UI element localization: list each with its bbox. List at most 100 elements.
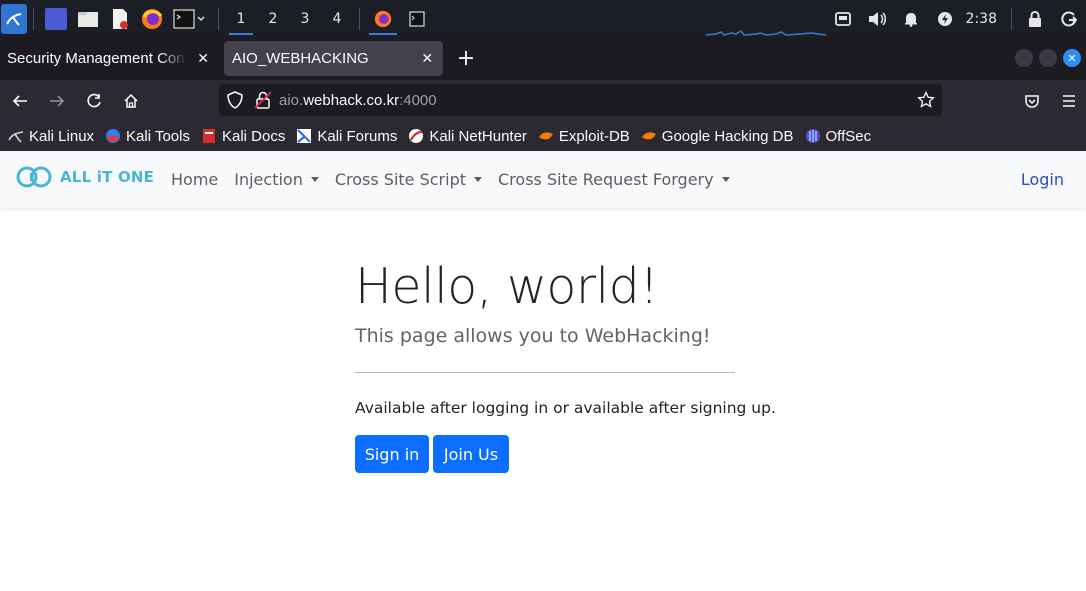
divider — [355, 372, 735, 373]
nav-csrf-label: Cross Site Request Forgery — [498, 170, 714, 189]
bookmark-label: Exploit-DB — [558, 127, 630, 145]
tab-aio-webhacking[interactable]: AIO_WEBHACKING ✕ — [224, 41, 443, 76]
reload-button[interactable] — [77, 85, 111, 117]
cpu-graph-icon — [706, 30, 826, 36]
power-manager-icon[interactable] — [934, 8, 956, 30]
bookmark-label: Google Hacking DB — [661, 127, 794, 145]
bookmark-label: Kali Tools — [126, 127, 190, 145]
tab-label: Security Management Console — [7, 50, 187, 67]
hero-lead: This page allows you to WebHacking! — [355, 325, 711, 347]
hero-title: Hello, world! — [355, 258, 659, 315]
taskbar-separator — [33, 7, 34, 30]
firefox-window-button[interactable] — [366, 0, 400, 37]
caret-down-icon — [310, 177, 319, 182]
home-button[interactable] — [114, 85, 148, 117]
close-window-button[interactable]: ✕ — [1063, 49, 1081, 67]
exploit-db-icon — [538, 128, 554, 144]
system-taskbar: 1 2 3 4 2:38 — [0, 0, 1086, 37]
tab-security-management-console[interactable]: Security Management Console ✕ — [0, 41, 219, 76]
bookmark-kali-linux[interactable]: Kali Linux — [8, 128, 94, 145]
bookmarks-toolbar: Kali Linux Kali Tools Kali Docs Kali For… — [0, 121, 1086, 151]
display-icon[interactable] — [832, 8, 854, 30]
hero-buttons: Sign in Join Us — [355, 435, 735, 473]
minimize-button[interactable] — [1015, 49, 1033, 67]
forward-button[interactable] — [40, 85, 74, 117]
kali-forums-icon — [296, 128, 312, 144]
caret-down-icon — [474, 177, 482, 182]
bookmark-kali-forums[interactable]: Kali Forums — [296, 128, 397, 145]
bookmark-kali-tools[interactable]: Kali Tools — [105, 128, 190, 145]
nav-xss-label: Cross Site Script — [334, 170, 466, 189]
nav-xss-dropdown[interactable]: Cross Site Script — [327, 170, 490, 189]
browser-toolbar: aio.webhack.co.kr:4000 — [0, 80, 1086, 121]
close-icon[interactable]: ✕ — [195, 50, 211, 67]
web-page: ALL iT ONE Home Injection Cross Site Scr… — [0, 151, 1086, 591]
brand-logo[interactable]: ALL iT ONE — [16, 165, 154, 189]
new-tab-button[interactable]: + — [451, 44, 481, 74]
site-nav-links: Home Injection Cross Site Script Cross S… — [163, 151, 738, 208]
bookmark-google-hacking-db[interactable]: Google Hacking DB — [641, 128, 794, 145]
close-icon[interactable]: ✕ — [419, 50, 435, 67]
nav-injection-label: Injection — [234, 170, 303, 189]
clock[interactable]: 2:38 — [966, 11, 997, 27]
site-navbar: ALL iT ONE Home Injection Cross Site Scr… — [0, 151, 1086, 208]
hero-section: Hello, world! This page allows you to We… — [355, 256, 776, 473]
bookmark-label: Kali NetHunter — [429, 127, 527, 145]
logout-icon[interactable] — [1058, 8, 1080, 30]
workspace-4[interactable]: 4 — [321, 0, 353, 37]
kali-docs-icon — [201, 128, 217, 144]
insecure-lock-icon[interactable] — [255, 91, 273, 109]
bookmark-kali-nethunter[interactable]: Kali NetHunter — [408, 128, 527, 145]
hamburger-menu-icon[interactable] — [1052, 85, 1086, 117]
bookmark-star-icon[interactable] — [916, 90, 936, 110]
browser-tab-strip: Security Management Console ✕ AIO_WEBHAC… — [0, 37, 1086, 80]
brand-name: ALL iT ONE — [60, 168, 155, 186]
taskbar-separator — [1011, 7, 1012, 30]
kali-menu-icon[interactable] — [1, 3, 27, 34]
file-manager-icon[interactable] — [77, 8, 99, 30]
nav-home[interactable]: Home — [163, 170, 226, 189]
hero-info-text: Available after logging in or available … — [355, 399, 776, 417]
address-bar[interactable]: aio.webhack.co.kr:4000 — [219, 84, 942, 116]
url-text[interactable]: aio.webhack.co.kr:4000 — [279, 92, 437, 109]
firefox-icon[interactable] — [141, 8, 163, 30]
pocket-icon[interactable] — [1015, 85, 1049, 117]
volume-icon[interactable] — [866, 8, 888, 30]
workspace-1[interactable]: 1 — [225, 0, 257, 37]
bookmark-label: Kali Docs — [221, 127, 286, 145]
nav-home-label: Home — [171, 170, 219, 189]
kali-tools-icon — [105, 128, 121, 144]
join-us-button[interactable]: Join Us — [433, 435, 509, 473]
offsec-icon — [805, 128, 821, 144]
bookmark-offsec[interactable]: OffSec — [805, 128, 871, 145]
workspace-3[interactable]: 3 — [289, 0, 321, 37]
kali-dragon-icon — [8, 128, 24, 144]
lock-icon[interactable] — [1024, 8, 1046, 30]
url-port: :4000 — [399, 91, 437, 109]
window-controls: ✕ — [1015, 49, 1081, 67]
ghdb-icon — [641, 128, 657, 144]
back-button[interactable] — [3, 85, 37, 117]
workspace-2[interactable]: 2 — [257, 0, 289, 37]
url-domain: webhack.co.kr — [303, 91, 400, 109]
terminal-icon[interactable] — [173, 8, 207, 30]
text-editor-icon[interactable] — [109, 8, 131, 30]
bookmark-label: Kali Forums — [317, 127, 398, 145]
nethunter-icon — [408, 128, 424, 144]
terminal-window-button[interactable] — [400, 0, 434, 37]
tab-label: AIO_WEBHACKING — [232, 50, 369, 67]
nav-injection-dropdown[interactable]: Injection — [226, 170, 327, 189]
bookmark-kali-docs[interactable]: Kali Docs — [201, 128, 285, 145]
maximize-button[interactable] — [1039, 49, 1057, 67]
notification-bell-icon[interactable] — [900, 8, 922, 30]
bookmark-label: Kali Linux — [29, 127, 95, 145]
nav-csrf-dropdown[interactable]: Cross Site Request Forgery — [490, 170, 738, 189]
desktop-icon[interactable] — [45, 7, 67, 30]
taskbar-separator — [218, 7, 219, 30]
sign-in-button[interactable]: Sign in — [355, 435, 429, 473]
taskbar-separator — [359, 7, 360, 30]
shield-icon[interactable] — [227, 91, 245, 109]
infinity-logo-icon — [16, 166, 52, 188]
login-link[interactable]: Login — [1021, 170, 1064, 189]
bookmark-exploit-db[interactable]: Exploit-DB — [538, 128, 630, 145]
